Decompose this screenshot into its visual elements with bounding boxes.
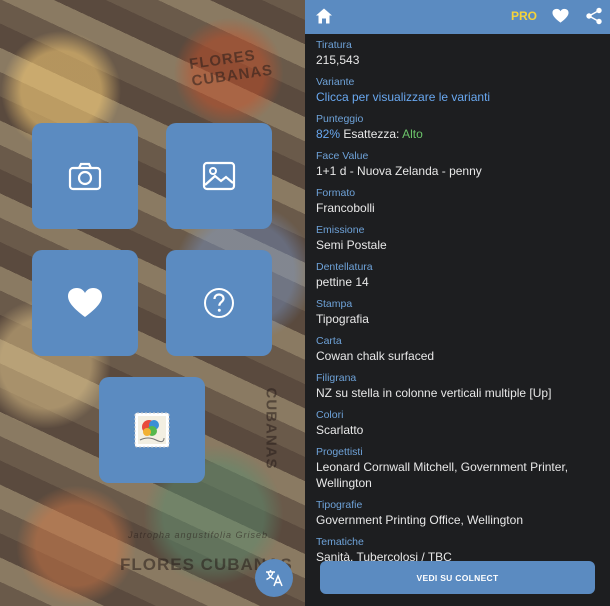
translate-icon: [266, 570, 283, 587]
field-label: Stampa: [316, 298, 353, 310]
home-icon[interactable]: [315, 7, 333, 25]
stamp-text: FLORES CUBANAS: [188, 46, 275, 90]
field-label: Face Value: [316, 150, 369, 162]
field-paper: Carta Cowan chalk surfaced: [316, 334, 606, 364]
field-value: Government Printing Office, Wellington: [316, 513, 523, 527]
field-label: Filigrana: [316, 372, 357, 384]
field-value: Scarlatto: [316, 423, 364, 437]
field-label: Tiratura: [316, 39, 352, 51]
stamp-text: CUBANAS: [262, 387, 280, 470]
stamp-text: Jatropha angustifolia Griseb.: [128, 530, 272, 540]
image-icon: [202, 161, 236, 191]
field-colors: Colori Scarlatto: [316, 408, 606, 438]
field-designers: Progettisti Leonard Cornwall Mitchell, G…: [316, 445, 606, 491]
field-value: 1+1 d - Nuova Zelanda - penny: [316, 164, 482, 178]
favorites-tile[interactable]: [32, 250, 138, 356]
pro-badge[interactable]: PRO: [511, 9, 537, 23]
field-label: Tematiche: [316, 536, 364, 548]
score-percent: 82%: [316, 127, 341, 141]
field-label: Punteggio: [316, 113, 364, 125]
background-photo: FLORES CUBANAS FLORES CUBANAS Jatropha a…: [0, 0, 305, 606]
field-value: Semi Postale: [316, 238, 387, 252]
field-value: 82% Esattezza: Alto: [316, 126, 606, 142]
field-score: Punteggio 82% Esattezza: Alto: [316, 112, 606, 142]
accuracy-value: Alto: [402, 127, 423, 141]
heart-icon: [68, 288, 102, 317]
field-label: Variante: [316, 76, 355, 88]
help-tile[interactable]: [166, 250, 272, 356]
field-label: Tipografie: [316, 499, 363, 511]
camera-tile[interactable]: [32, 123, 138, 229]
camera-icon: [68, 162, 102, 191]
details-list: Tiratura 215,543 Variante Clicca per vis…: [316, 38, 606, 572]
field-label: Formato: [316, 187, 356, 199]
translate-button[interactable]: [255, 559, 293, 597]
field-label: Progettisti: [316, 446, 363, 458]
field-label: Dentellatura: [316, 261, 373, 273]
view-on-colnect-button[interactable]: VEDI SU COLNECT: [320, 561, 595, 594]
variants-link[interactable]: Clicca per visualizzare le varianti: [316, 89, 606, 105]
colnect-tile[interactable]: [99, 377, 205, 483]
field-value: Francobolli: [316, 201, 375, 215]
question-icon: [204, 288, 234, 318]
field-value: Leonard Cornwall Mitchell, Government Pr…: [316, 460, 569, 490]
field-label: Emissione: [316, 224, 365, 236]
field-face-value: Face Value 1+1 d - Nuova Zelanda - penny: [316, 149, 606, 179]
accuracy-label: Esattezza:: [340, 127, 403, 141]
top-bar: PRO: [305, 0, 610, 34]
field-label: Carta: [316, 335, 342, 347]
share-icon[interactable]: [585, 7, 603, 25]
gallery-tile[interactable]: [166, 123, 272, 229]
field-perforation: Dentellatura pettine 14: [316, 260, 606, 290]
field-printing: Stampa Tipografia: [316, 297, 606, 327]
field-value: pettine 14: [316, 275, 369, 289]
field-label: Colori: [316, 409, 344, 421]
favorite-icon[interactable]: [552, 8, 569, 24]
stamp-logo-icon: [134, 412, 170, 448]
field-variant: Variante Clicca per visualizzare le vari…: [316, 75, 606, 105]
field-watermark: Filigrana NZ su stella in colonne vertic…: [316, 371, 606, 401]
field-value: Tipografia: [316, 312, 369, 326]
field-format: Formato Francobolli: [316, 186, 606, 216]
field-value: Cowan chalk surfaced: [316, 349, 435, 363]
field-value: 215,543: [316, 53, 360, 67]
details-panel: PRO Tiratura 215,543 Variante Clicca per…: [305, 0, 610, 606]
field-value: NZ su stella in colonne verticali multip…: [316, 386, 552, 400]
field-issue: Emissione Semi Postale: [316, 223, 606, 253]
field-printers: Tipografie Government Printing Office, W…: [316, 498, 606, 528]
field-print-run: Tiratura 215,543: [316, 38, 606, 68]
